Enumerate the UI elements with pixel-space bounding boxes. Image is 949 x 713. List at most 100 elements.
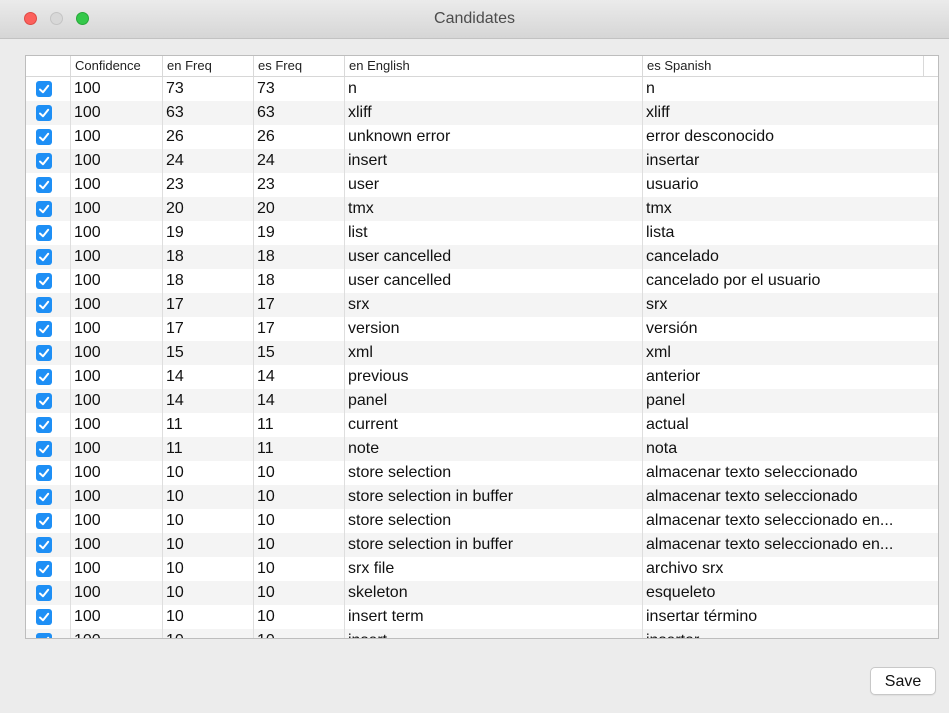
table-row[interactable]: 100 63 63 xliff xliff bbox=[26, 101, 938, 125]
save-button[interactable]: Save bbox=[870, 667, 936, 695]
cell-es-freq: 10 bbox=[257, 536, 275, 553]
cell-es-freq: 10 bbox=[257, 608, 275, 625]
checkmark-icon bbox=[39, 324, 50, 334]
row-checkbox[interactable] bbox=[36, 537, 52, 553]
cell-en-freq: 14 bbox=[166, 392, 184, 409]
table-row[interactable]: 100 10 10 store selection in buffer almacena… bbox=[26, 533, 938, 557]
cell-spanish: xml bbox=[646, 344, 671, 361]
cell-en-freq: 20 bbox=[166, 200, 184, 217]
table-row[interactable]: 100 26 26 unknown error error desconocido bbox=[26, 125, 938, 149]
cell-spanish: archivo srx bbox=[646, 560, 724, 577]
row-checkbox[interactable] bbox=[36, 321, 52, 337]
cell-confidence: 100 bbox=[74, 392, 101, 409]
table-row[interactable]: 100 10 10 insert term insertar término bbox=[26, 605, 938, 629]
cell-es-freq: 63 bbox=[257, 104, 275, 121]
cell-es-freq: 73 bbox=[257, 80, 275, 97]
row-checkbox[interactable] bbox=[36, 297, 52, 313]
checkmark-icon bbox=[39, 588, 50, 598]
cell-confidence: 100 bbox=[74, 320, 101, 337]
row-checkbox[interactable] bbox=[36, 561, 52, 577]
row-checkbox[interactable] bbox=[36, 249, 52, 265]
row-checkbox[interactable] bbox=[36, 417, 52, 433]
cell-english: insert ... bbox=[344, 629, 642, 638]
cell-en-freq: 10 bbox=[166, 512, 184, 529]
row-checkbox[interactable] bbox=[36, 153, 52, 169]
row-checkbox[interactable] bbox=[36, 633, 52, 638]
table-row[interactable]: 100 73 73 n n bbox=[26, 77, 938, 101]
cell-confidence: 100 bbox=[74, 200, 101, 217]
table-row[interactable]: 100 10 10 store selection almacenar texto se… bbox=[26, 509, 938, 533]
cell-confidence: 100 bbox=[74, 80, 101, 97]
cell-spanish: almacenar texto seleccionado en... bbox=[646, 512, 894, 529]
cell-en-freq: 10 bbox=[166, 560, 184, 577]
row-checkbox[interactable] bbox=[36, 465, 52, 481]
table-row[interactable]: 1001010insert ...insertar ... bbox=[26, 629, 938, 638]
cell-en-freq: 10 bbox=[162, 629, 253, 638]
cell-english: previous bbox=[348, 368, 409, 385]
row-checkbox[interactable] bbox=[36, 177, 52, 193]
row-checkbox[interactable] bbox=[36, 225, 52, 241]
row-checkbox[interactable] bbox=[36, 609, 52, 625]
window-title: Candidates bbox=[434, 10, 515, 27]
row-checkbox[interactable] bbox=[36, 489, 52, 505]
table-row[interactable]: 100 17 17 srx srx bbox=[26, 293, 938, 317]
row-checkbox[interactable] bbox=[36, 129, 52, 145]
checkmark-icon bbox=[39, 420, 50, 430]
table-row[interactable]: 100 10 10 store selection almacenar texto se… bbox=[26, 461, 938, 485]
table-row[interactable]: 100 17 17 version versión bbox=[26, 317, 938, 341]
table-row[interactable]: 100 15 15 xml xml bbox=[26, 341, 938, 365]
cell-es-freq: 18 bbox=[257, 272, 275, 289]
cell-confidence: 100 bbox=[74, 176, 101, 193]
cell-spanish: error desconocido bbox=[646, 128, 775, 145]
column-header-en-english[interactable]: en English bbox=[344, 56, 642, 76]
cell-confidence: 100 bbox=[70, 629, 162, 638]
table-row[interactable]: 100 11 11 current actual bbox=[26, 413, 938, 437]
row-checkbox[interactable] bbox=[36, 393, 52, 409]
cell-spanish: cancelado bbox=[646, 248, 719, 265]
candidates-table[interactable]: Confidence en Freq es Freq en English es… bbox=[25, 55, 939, 639]
row-checkbox[interactable] bbox=[36, 201, 52, 217]
table-row[interactable]: 100 20 20 tmx tmx bbox=[26, 197, 938, 221]
checkmark-icon bbox=[39, 108, 50, 118]
cell-en-freq: 19 bbox=[166, 224, 184, 241]
table-row[interactable]: 100 10 10 store selection in buffer almacena… bbox=[26, 485, 938, 509]
column-header-es-spanish[interactable]: es Spanish bbox=[642, 56, 924, 76]
title-bar[interactable]: Candidates bbox=[0, 0, 949, 39]
cell-spanish: lista bbox=[646, 224, 675, 241]
row-checkbox[interactable] bbox=[36, 105, 52, 121]
cell-en-freq: 11 bbox=[166, 440, 183, 457]
checkmark-icon bbox=[39, 276, 50, 286]
cell-es-freq: 10 bbox=[257, 584, 275, 601]
table-row[interactable]: 100 14 14 panel panel bbox=[26, 389, 938, 413]
column-header-confidence[interactable]: Confidence bbox=[70, 56, 162, 76]
row-checkbox[interactable] bbox=[36, 369, 52, 385]
row-checkbox[interactable] bbox=[36, 513, 52, 529]
cell-english: version bbox=[348, 320, 400, 337]
checkmark-icon bbox=[39, 300, 50, 310]
row-checkbox[interactable] bbox=[36, 273, 52, 289]
table-row[interactable]: 100 10 10 skeleton esqueleto bbox=[26, 581, 938, 605]
row-checkbox[interactable] bbox=[36, 81, 52, 97]
table-row[interactable]: 100 14 14 previous anterior bbox=[26, 365, 938, 389]
column-header-en-freq[interactable]: en Freq bbox=[162, 56, 253, 76]
row-checkbox[interactable] bbox=[36, 585, 52, 601]
table-row[interactable]: 100 24 24 insert insertar bbox=[26, 149, 938, 173]
cell-english: srx bbox=[348, 296, 370, 313]
row-checkbox[interactable] bbox=[36, 441, 52, 457]
row-checkbox[interactable] bbox=[36, 345, 52, 361]
cell-english: panel bbox=[348, 392, 388, 409]
table-row[interactable]: 100 18 18 user cancelled cancelado bbox=[26, 245, 938, 269]
table-row[interactable]: 100 18 18 user cancelled cancelado por el us… bbox=[26, 269, 938, 293]
cell-spanish: esqueleto bbox=[646, 584, 716, 601]
cell-english: user bbox=[348, 176, 380, 193]
cell-spanish: versión bbox=[646, 320, 698, 337]
cell-spanish: insertar término bbox=[646, 608, 758, 625]
cell-english: insert term bbox=[348, 608, 424, 625]
cell-es-freq: 24 bbox=[257, 152, 275, 169]
cell-english: user cancelled bbox=[348, 248, 452, 265]
column-header-es-freq[interactable]: es Freq bbox=[253, 56, 344, 76]
table-row[interactable]: 100 19 19 list lista bbox=[26, 221, 938, 245]
table-row[interactable]: 100 11 11 note nota bbox=[26, 437, 938, 461]
table-row[interactable]: 100 23 23 user usuario bbox=[26, 173, 938, 197]
table-row[interactable]: 100 10 10 srx file archivo srx bbox=[26, 557, 938, 581]
